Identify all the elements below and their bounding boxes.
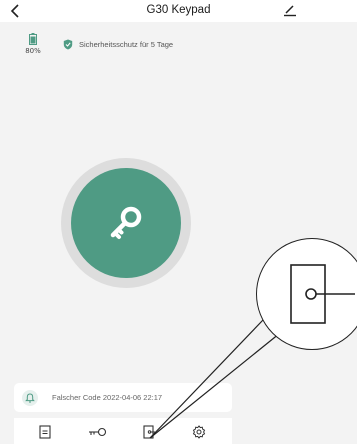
settings-icon[interactable] xyxy=(192,425,206,439)
unlock-button[interactable] xyxy=(71,168,181,278)
notification-bar[interactable]: Falscher Code 2022-04-06 22:17 xyxy=(14,383,232,412)
pencil-icon[interactable] xyxy=(283,3,297,17)
key-icon xyxy=(110,206,142,239)
door-icon[interactable] xyxy=(142,425,156,439)
door-icon xyxy=(290,264,355,324)
page-title: G30 Keypad xyxy=(146,4,211,16)
header-bar: G30 Keypad xyxy=(0,0,357,22)
bell-badge xyxy=(22,389,38,406)
battery-status: 80% xyxy=(22,33,44,63)
battery-icon xyxy=(29,33,37,45)
zoom-callout xyxy=(256,238,357,350)
security-text: Sicherheitsschutz für 5 Tage xyxy=(79,39,174,49)
security-status: Sicherheitsschutz für 5 Tage xyxy=(63,38,173,50)
log-icon[interactable] xyxy=(38,425,52,439)
shield-check-icon xyxy=(63,39,73,49)
bottom-tab-bar xyxy=(14,418,232,444)
battery-label: 80% xyxy=(25,47,41,55)
bell-icon xyxy=(25,392,35,402)
key-icon[interactable] xyxy=(88,425,108,439)
notification-text: Falscher Code 2022-04-06 22:17 xyxy=(52,393,163,402)
